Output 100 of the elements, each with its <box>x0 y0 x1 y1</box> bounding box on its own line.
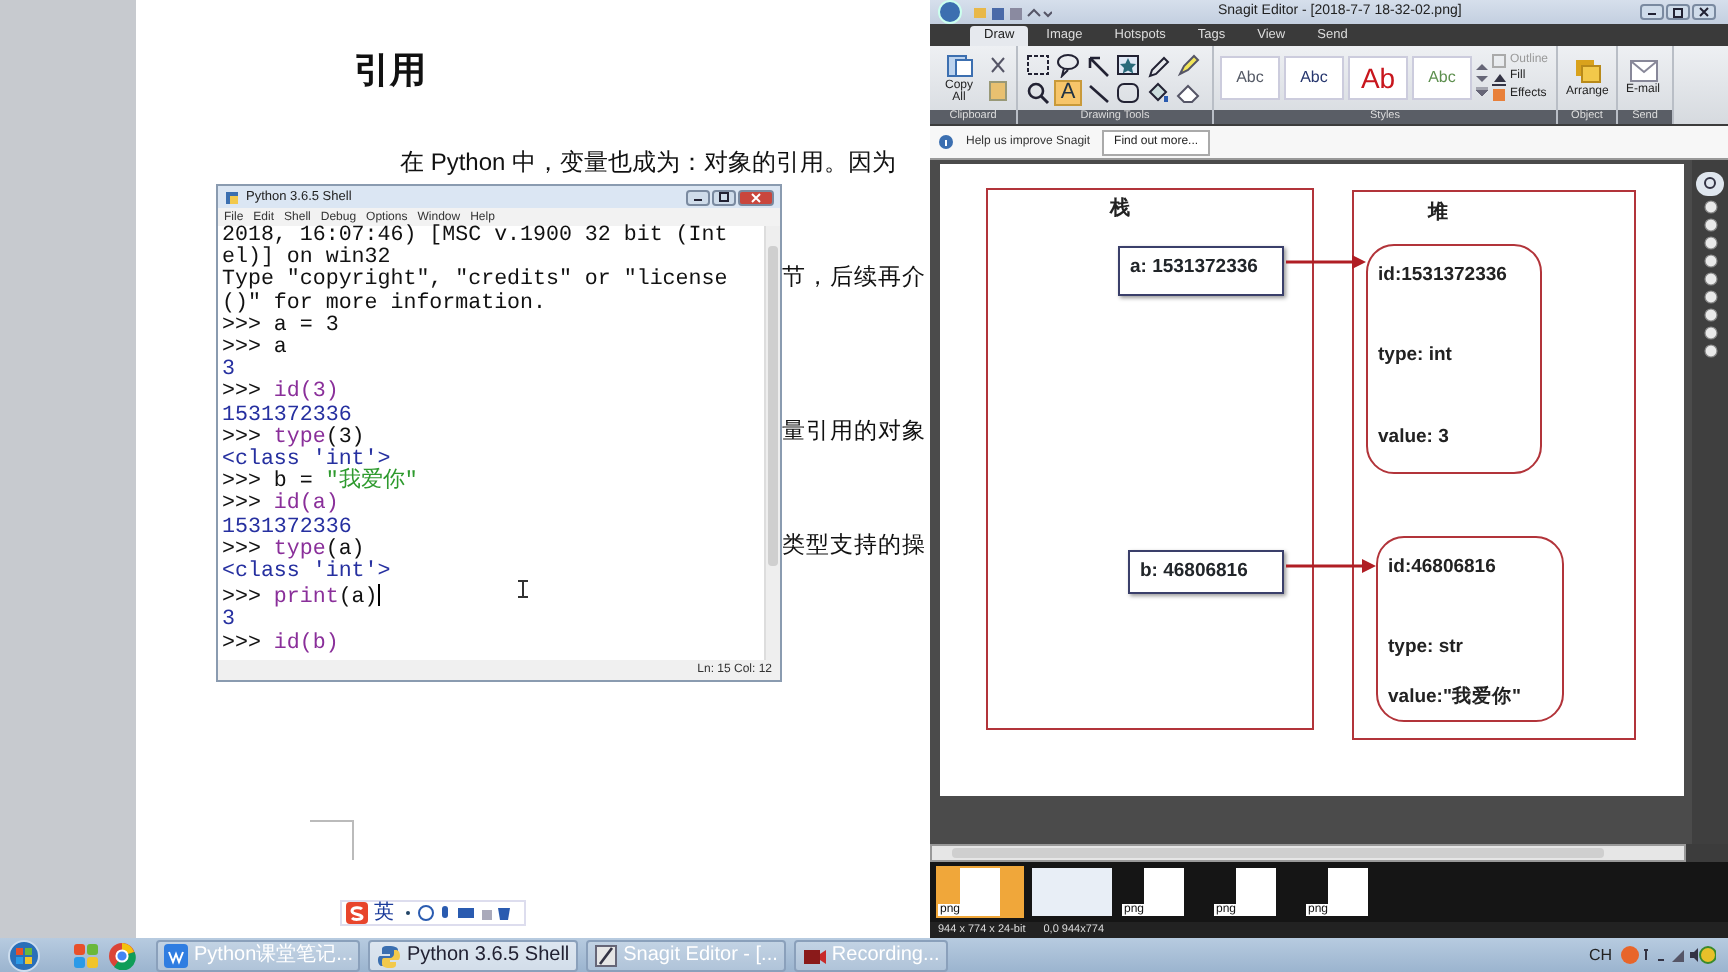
more-icon[interactable] <box>1476 85 1488 95</box>
selection-icon <box>1024 51 1052 77</box>
minimize-button[interactable] <box>1640 4 1664 20</box>
variable-box: a: 1531372336 <box>1118 246 1284 296</box>
text-cursor-icon <box>518 580 528 598</box>
shell-line: 1531372336 <box>222 405 352 428</box>
browser-icon[interactable] <box>108 941 136 969</box>
system-tray-icons-drawing[interactable] <box>1620 944 1716 966</box>
object-field: value:"我爱你" <box>1388 683 1552 712</box>
variable-box: b: 46806816 <box>1128 550 1284 594</box>
horizontal-scrollbar[interactable] <box>930 844 1686 862</box>
shell-line: ()" for more information. <box>222 293 546 316</box>
callout-icon <box>1054 51 1082 77</box>
style-swatch[interactable]: Abc <box>1412 56 1472 100</box>
minimize-button[interactable] <box>686 189 710 205</box>
minimize-icon <box>692 193 704 201</box>
close-icon <box>1698 6 1710 18</box>
python-icon <box>224 189 240 205</box>
document-text-fragment: 节，后续再介 <box>782 263 926 294</box>
image-thumbnail[interactable] <box>1028 866 1116 918</box>
fill-icon <box>1492 71 1506 85</box>
shell-line: 3 <box>222 610 235 634</box>
highlighter-icon <box>1174 51 1202 77</box>
arrow-icon <box>1084 51 1112 77</box>
style-swatch[interactable]: Ab <box>1348 56 1408 100</box>
shell-line: >>> type(a) <box>222 539 365 562</box>
start-button-icon[interactable] <box>8 939 40 971</box>
shell-line: Type "copyright", "credits" or "license <box>222 270 728 293</box>
object-field: value: 3 <box>1378 423 1530 452</box>
shell-line: el)] on win32 <box>222 248 391 271</box>
shell-line: 3 <box>222 360 235 383</box>
tool-button[interactable] <box>1114 51 1142 77</box>
close-icon <box>750 191 762 203</box>
stamp-icon <box>1114 51 1142 77</box>
stacked-squares-icon <box>1573 58 1602 84</box>
close-button[interactable] <box>1692 4 1716 20</box>
maximize-icon <box>1672 7 1684 17</box>
shell-line: >>> id(a) <box>222 494 339 517</box>
outline-icon <box>1492 54 1506 69</box>
minimize-icon <box>1646 8 1658 16</box>
shell-line: 1531372336 <box>222 517 352 540</box>
object-field: id:46806816 <box>1388 554 1552 583</box>
effects-icon <box>1492 87 1506 102</box>
maximize-button[interactable] <box>712 189 736 205</box>
ime-mode-indicator[interactable]: 英 <box>374 903 394 923</box>
tool-button[interactable] <box>1144 79 1172 105</box>
shell-line: >>> type(3) <box>222 427 365 450</box>
search-icon <box>1024 79 1052 105</box>
copy-icon <box>945 53 973 77</box>
shell-line: >>> b = "我爱你" <box>222 472 418 495</box>
stack-label: 栈 <box>1110 195 1130 224</box>
eraser-icon <box>1174 79 1202 105</box>
line-icon <box>1084 79 1112 105</box>
scrollbar[interactable] <box>764 226 780 660</box>
search-icon[interactable] <box>1696 172 1724 196</box>
pen-icon <box>1144 51 1172 77</box>
tool-button[interactable] <box>1054 51 1082 77</box>
scroll-down-icon[interactable] <box>1476 73 1488 83</box>
shell-line: <class 'int'> <box>222 562 391 585</box>
document-text-fragment: 量引用的对象 <box>782 417 926 448</box>
tool-button[interactable] <box>1144 51 1172 77</box>
app-orb-icon[interactable] <box>934 0 966 24</box>
maximize-button[interactable] <box>1666 4 1690 20</box>
tool-button[interactable] <box>1084 79 1112 105</box>
style-swatch[interactable]: Abc <box>1284 56 1344 100</box>
document-heading: 引用 <box>354 48 426 94</box>
pointer-arrow <box>1286 254 1366 270</box>
clipboard-tools-drawing[interactable] <box>986 54 1010 102</box>
document-text-fragment: 类型支持的操 <box>782 531 926 562</box>
tool-button[interactable] <box>1084 51 1112 77</box>
input-language-indicator[interactable]: CH <box>1588 943 1612 967</box>
shell-line: >>> print(a) <box>222 584 380 611</box>
heap-label: 堆 <box>1428 199 1448 228</box>
object-field: type: int <box>1378 342 1530 371</box>
info-icon <box>938 134 954 150</box>
quick-access-toolbar-drawing[interactable] <box>972 3 1052 21</box>
shell-line: >>> a <box>222 338 287 361</box>
python-icon <box>376 943 401 967</box>
taskbar-button[interactable]: Python 3.6.5 Shell <box>368 939 578 971</box>
object-field: id:1531372336 <box>1378 262 1530 291</box>
tool-button[interactable] <box>1174 79 1202 105</box>
tool-button[interactable] <box>1024 79 1052 105</box>
paint-bucket-icon <box>1144 79 1172 105</box>
text-tool-button[interactable]: A <box>1054 79 1082 105</box>
envelope-icon <box>1629 60 1657 82</box>
tool-button[interactable] <box>1024 51 1052 77</box>
tool-button[interactable] <box>1114 79 1142 105</box>
shell-line: >>> a = 3 <box>222 315 339 339</box>
ime-logo-icon[interactable] <box>346 902 368 924</box>
pointer-arrow <box>1286 558 1376 574</box>
shell-line: 2018, 16:07:46) [MSC v.1900 32 bit (Int <box>222 226 728 248</box>
snagit-icon <box>593 943 618 967</box>
crop-mark <box>310 820 354 860</box>
document-app-icon <box>164 943 188 967</box>
style-swatch[interactable]: Abc <box>1220 56 1280 100</box>
maximize-icon <box>718 192 730 202</box>
tool-button[interactable] <box>1174 51 1202 77</box>
rounded-rectangle-icon <box>1114 79 1142 105</box>
scroll-up-icon[interactable] <box>1476 61 1488 71</box>
shell-line: >>> id(b) <box>222 633 339 656</box>
